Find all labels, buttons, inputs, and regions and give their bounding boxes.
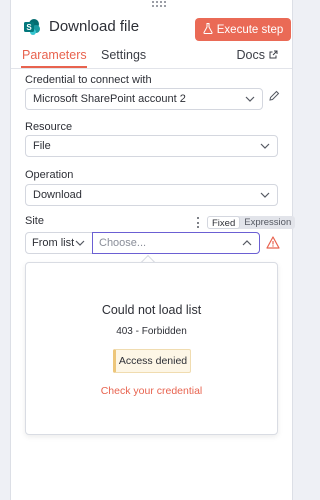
svg-text:S: S	[26, 23, 32, 32]
resource-value: File	[33, 140, 51, 152]
chevron-down-icon	[260, 143, 270, 149]
execute-step-label: Execute step	[216, 23, 284, 36]
node-header: S Download file Execute step	[11, 14, 292, 44]
operation-value: Download	[33, 189, 82, 201]
node-details-panel: S Download file Execute step Parameters …	[10, 0, 296, 500]
edit-credential-icon[interactable]	[268, 89, 280, 101]
docs-label: Docs	[236, 48, 265, 62]
site-placeholder: Choose...	[99, 237, 147, 249]
flask-icon	[203, 22, 213, 37]
chevron-down-icon	[260, 192, 270, 198]
check-credential-link[interactable]: Check your credential	[26, 385, 277, 397]
warning-icon	[266, 236, 280, 249]
credential-value: Microsoft SharePoint account 2	[33, 93, 186, 105]
chevron-down-icon	[245, 96, 255, 102]
fixed-expression-toggle[interactable]: Fixed Expression	[207, 216, 296, 229]
site-mode-value: From list	[32, 237, 75, 249]
tab-settings[interactable]: Settings	[101, 48, 146, 62]
site-mode-select[interactable]: From list	[25, 232, 93, 254]
site-label: Site	[25, 215, 44, 227]
resource-select[interactable]: File	[25, 135, 278, 157]
fixed-option[interactable]: Fixed	[207, 216, 241, 229]
site-search-input[interactable]: Choose...	[92, 232, 260, 254]
execute-step-button[interactable]: Execute step	[195, 18, 291, 41]
site-list-dropdown: Could not load list 403 - Forbidden Acce…	[25, 262, 278, 435]
chevron-up-icon	[242, 240, 252, 246]
credential-label: Credential to connect with	[25, 74, 152, 86]
chevron-down-icon	[75, 240, 85, 246]
drag-handle-icon[interactable]	[152, 1, 172, 7]
operation-label: Operation	[25, 169, 74, 181]
tab-parameters[interactable]: Parameters	[22, 48, 87, 62]
operation-select[interactable]: Download	[25, 184, 278, 206]
active-tab-indicator	[21, 66, 87, 68]
credential-select[interactable]: Microsoft SharePoint account 2	[25, 88, 263, 110]
docs-link[interactable]: Docs	[237, 48, 278, 62]
node-title: Download file	[49, 18, 140, 35]
access-denied-badge: Access denied	[113, 349, 191, 373]
tab-bar: Parameters Settings Docs	[11, 45, 292, 69]
more-options-icon[interactable]	[197, 217, 201, 228]
sharepoint-icon: S	[23, 18, 41, 36]
error-code: 403 - Forbidden	[116, 326, 187, 337]
expression-option[interactable]: Expression	[240, 216, 295, 229]
external-link-icon	[269, 48, 278, 62]
resource-label: Resource	[25, 121, 73, 133]
error-title: Could not load list	[101, 303, 202, 317]
